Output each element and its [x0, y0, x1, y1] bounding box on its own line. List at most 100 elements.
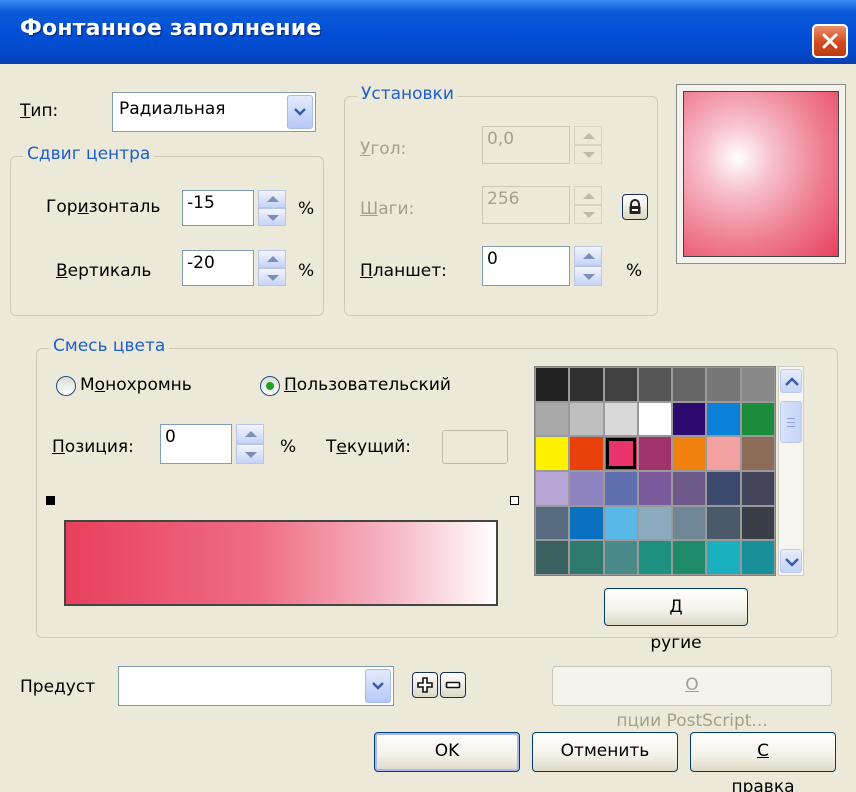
vertical-input[interactable]: -20	[182, 250, 254, 286]
mono-radio-label[interactable]: Монохромнь	[80, 375, 192, 395]
palette-swatch[interactable]	[637, 436, 673, 471]
palette-swatch[interactable]	[672, 436, 707, 471]
palette-swatch[interactable]	[603, 471, 638, 506]
cancel-button[interactable]: Отменить	[532, 732, 678, 772]
ok-button[interactable]: OK	[374, 732, 520, 772]
vertical-label: Вертикаль	[56, 261, 152, 281]
gradient-end-marker[interactable]	[510, 496, 519, 505]
palette-swatch[interactable]	[637, 471, 673, 506]
palette-scrollbar[interactable]	[778, 366, 804, 576]
chevron-down-icon	[785, 558, 799, 567]
angle-label: Угол:	[360, 139, 407, 159]
scroll-down-button[interactable]	[780, 549, 802, 573]
palette-swatch[interactable]	[672, 401, 707, 437]
palette-swatch[interactable]	[637, 505, 673, 541]
palette-swatch[interactable]	[672, 367, 707, 402]
spin-down-icon	[267, 215, 279, 221]
angle-spinner[interactable]	[574, 126, 602, 164]
presets-select[interactable]	[118, 666, 394, 706]
other-colors-button[interactable]: Другие	[604, 588, 748, 653]
palette-swatch[interactable]	[740, 367, 775, 402]
fountain-fill-dialog: Фонтанное заполнение Тип: Радиальная Сдв…	[0, 0, 856, 792]
spin-down-icon	[583, 212, 595, 218]
palette-swatch[interactable]	[569, 367, 604, 402]
remove-preset-button[interactable]	[440, 672, 466, 698]
palette-swatch[interactable]	[603, 505, 638, 541]
palette-swatch[interactable]	[569, 540, 604, 575]
horizontal-spinner[interactable]	[258, 190, 286, 226]
position-spinner[interactable]	[236, 424, 264, 464]
fill-preview-swatch	[683, 91, 839, 257]
palette-swatch[interactable]	[672, 540, 707, 575]
palette-swatch[interactable]	[569, 436, 604, 471]
current-color-box[interactable]	[442, 430, 508, 464]
horizontal-input[interactable]: -15	[182, 190, 254, 226]
palette-swatch[interactable]	[535, 367, 570, 402]
palette-swatch[interactable]	[569, 505, 604, 541]
position-input[interactable]: 0	[160, 424, 232, 464]
palette-swatch[interactable]	[740, 540, 775, 575]
palette-swatch[interactable]	[637, 401, 673, 437]
palette-swatch[interactable]	[706, 540, 741, 575]
palette-swatch[interactable]	[603, 401, 638, 437]
palette-swatch[interactable]	[569, 401, 604, 437]
palette-swatch[interactable]	[603, 540, 638, 575]
center-offset-title: Сдвиг центра	[23, 144, 155, 164]
horizontal-unit: %	[298, 199, 315, 219]
gradient-start-marker[interactable]	[46, 496, 55, 505]
palette-swatch[interactable]	[740, 505, 775, 541]
custom-radio-label[interactable]: Пользовательский	[284, 375, 451, 395]
presets-dropdown-button[interactable]	[365, 669, 391, 703]
spin-up-icon	[583, 133, 595, 139]
palette-swatch[interactable]	[706, 401, 741, 437]
palette-swatch[interactable]	[706, 505, 741, 541]
palette-swatch[interactable]	[535, 401, 570, 437]
postscript-options-button[interactable]: Опции PostScript...	[552, 666, 832, 731]
custom-radio[interactable]	[260, 376, 280, 396]
mono-radio[interactable]	[56, 376, 76, 396]
palette-swatch[interactable]	[672, 505, 707, 541]
close-button[interactable]	[812, 24, 848, 58]
type-select[interactable]: Радиальная	[112, 92, 316, 132]
spin-up-icon	[583, 253, 595, 259]
steps-lock-button[interactable]	[622, 194, 648, 220]
palette-swatch[interactable]	[637, 367, 673, 402]
palette-swatch[interactable]	[740, 436, 775, 471]
palette-swatch[interactable]	[603, 367, 638, 402]
spin-up-icon	[267, 196, 279, 202]
pad-unit: %	[626, 261, 643, 281]
title-bar[interactable]: Фонтанное заполнение	[0, 0, 856, 64]
pad-spinner[interactable]	[574, 246, 602, 286]
palette-swatch[interactable]	[535, 436, 570, 471]
palette-swatch[interactable]	[535, 505, 570, 541]
spin-down-icon	[245, 452, 257, 458]
fill-preview	[676, 84, 846, 264]
palette-swatch[interactable]	[637, 540, 673, 575]
pad-input[interactable]: 0	[482, 246, 570, 286]
palette-swatch[interactable]	[569, 471, 604, 506]
palette-swatch[interactable]	[535, 471, 570, 506]
gradient-bar[interactable]	[64, 520, 498, 606]
palette-swatch[interactable]	[706, 471, 741, 506]
plus-icon	[417, 677, 433, 693]
palette-swatch[interactable]	[535, 540, 570, 575]
palette-swatch[interactable]	[740, 401, 775, 437]
palette-swatch[interactable]	[603, 436, 638, 471]
palette-swatch[interactable]	[706, 436, 741, 471]
steps-spinner[interactable]	[574, 186, 602, 224]
palette-swatch[interactable]	[706, 367, 741, 402]
vertical-spinner[interactable]	[258, 250, 286, 286]
type-dropdown-button[interactable]	[287, 95, 313, 129]
scroll-up-button[interactable]	[780, 369, 802, 393]
palette-swatch[interactable]	[672, 471, 707, 506]
angle-input[interactable]: 0,0	[482, 126, 570, 164]
steps-input[interactable]: 256	[482, 186, 570, 224]
chevron-down-icon	[372, 682, 384, 690]
palette-swatch[interactable]	[740, 471, 775, 506]
presets-label: Предуст	[20, 677, 96, 697]
scroll-thumb[interactable]	[780, 401, 802, 443]
add-preset-button[interactable]	[412, 672, 438, 698]
spin-down-icon	[583, 152, 595, 158]
help-button[interactable]: Справка	[690, 732, 836, 792]
pad-label: Планшет:	[360, 261, 447, 281]
